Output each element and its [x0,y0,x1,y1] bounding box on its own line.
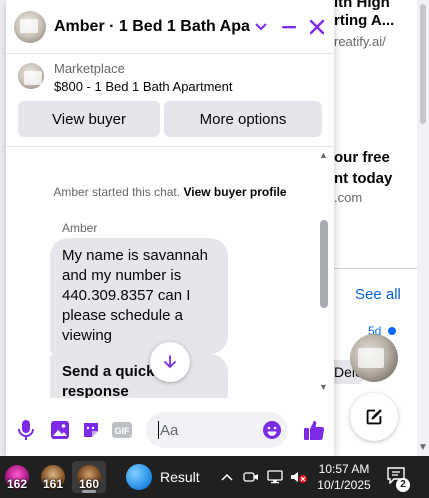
message-input[interactable] [160,412,260,448]
unread-dot [388,327,396,335]
ad-domain: reatify.ai/ [334,34,386,49]
meet-now-icon[interactable] [242,468,260,486]
see-all-link[interactable]: See all [355,286,401,303]
ad2-title-line1[interactable]: our free [334,149,417,166]
listing-avatar[interactable] [18,63,44,89]
arrow-down-icon [164,355,176,369]
quick-response-bubble[interactable]: Send a quick response [50,354,228,398]
chevron-up-icon[interactable] [218,468,236,486]
weather-icon[interactable] [126,464,152,490]
chevron-down-icon[interactable] [252,18,270,36]
divider [334,268,417,269]
page-scrollbar-thumb[interactable] [420,4,426,124]
composer: GIF [6,404,334,456]
chat-scrollbar-thumb[interactable] [320,220,328,308]
ad2-domain: .com [334,190,363,205]
emoji-icon[interactable] [260,418,284,442]
avatar[interactable] [14,10,46,43]
app-badge: 161 [42,477,64,491]
clock[interactable]: 10:57 AM 10/1/2025 [316,461,372,493]
more-options-button[interactable]: More options [164,101,322,137]
view-buyer-profile-link[interactable]: View buyer profile [183,185,286,199]
network-icon[interactable] [266,468,284,486]
chat-title[interactable]: Amber · 1 Bed 1 Bath Apart... [54,18,250,36]
photo-icon[interactable] [48,418,72,442]
thumbs-up-icon[interactable] [300,416,328,444]
listing-thumbnail[interactable] [350,334,398,382]
text-caret [158,421,159,439]
taskbar-app-game[interactable]: 160 [72,461,106,493]
listing-source: Marketplace [54,61,125,76]
scroll-up-arrow-icon[interactable]: ▲ [319,150,328,160]
notification-count-badge: 2 [396,478,410,492]
taskbar-app-game[interactable]: 162 [0,461,34,493]
close-button[interactable] [306,16,328,38]
svg-text:GIF: GIF [115,426,131,436]
active-indicator [82,490,96,493]
system-message: Amber started this chat. View buyer prof… [6,185,334,199]
compose-icon [366,409,382,425]
ad2-title-line2[interactable]: nt today [334,170,417,187]
close-icon [309,19,325,34]
minimize-icon [282,25,296,28]
message-bubble[interactable]: My name is savannah and my number is 440… [50,238,228,354]
volume-muted-icon[interactable] [290,468,308,486]
view-buyer-button[interactable]: View buyer [18,101,160,137]
listing-title[interactable]: $800 - 1 Bed 1 Bath Apartment [54,79,233,94]
scroll-down-arrow-icon[interactable]: ▼ [319,382,328,392]
scroll-to-bottom-button[interactable] [150,342,190,382]
ad-title-line2[interactable]: rting A... [334,12,417,29]
sender-name: Amber [62,221,98,235]
gif-icon[interactable]: GIF [110,418,134,442]
minimize-button[interactable] [278,16,300,38]
app-badge: 160 [78,477,100,491]
scroll-down-arrow-icon[interactable]: ▼ [418,442,428,453]
sticker-icon[interactable] [79,418,103,442]
date: 10/1/2025 [317,478,371,492]
app-badge: 162 [6,477,28,491]
message-list: Amber started this chat. View buyer prof… [6,148,334,398]
taskbar: 162 161 160 Result 10:57 AM 10/1/2025 2 [0,456,429,498]
system-message-text: Amber started this chat. [53,185,181,199]
taskbar-app-game[interactable]: 161 [36,461,70,493]
chat-header[interactable]: Amber · 1 Bed 1 Bath Apart... [6,0,334,54]
weather-widget-label[interactable]: Result [160,469,200,485]
new-message-button[interactable] [350,393,398,441]
ad-title-line1[interactable]: ith High [334,0,417,11]
listing-banner: Marketplace $800 - 1 Bed 1 Bath Apartmen… [6,55,334,147]
right-rail [334,0,417,456]
chat-window: Amber · 1 Bed 1 Bath Apart... Marketplac… [6,0,334,456]
microphone-icon[interactable] [14,418,38,442]
time: 10:57 AM [318,462,370,476]
